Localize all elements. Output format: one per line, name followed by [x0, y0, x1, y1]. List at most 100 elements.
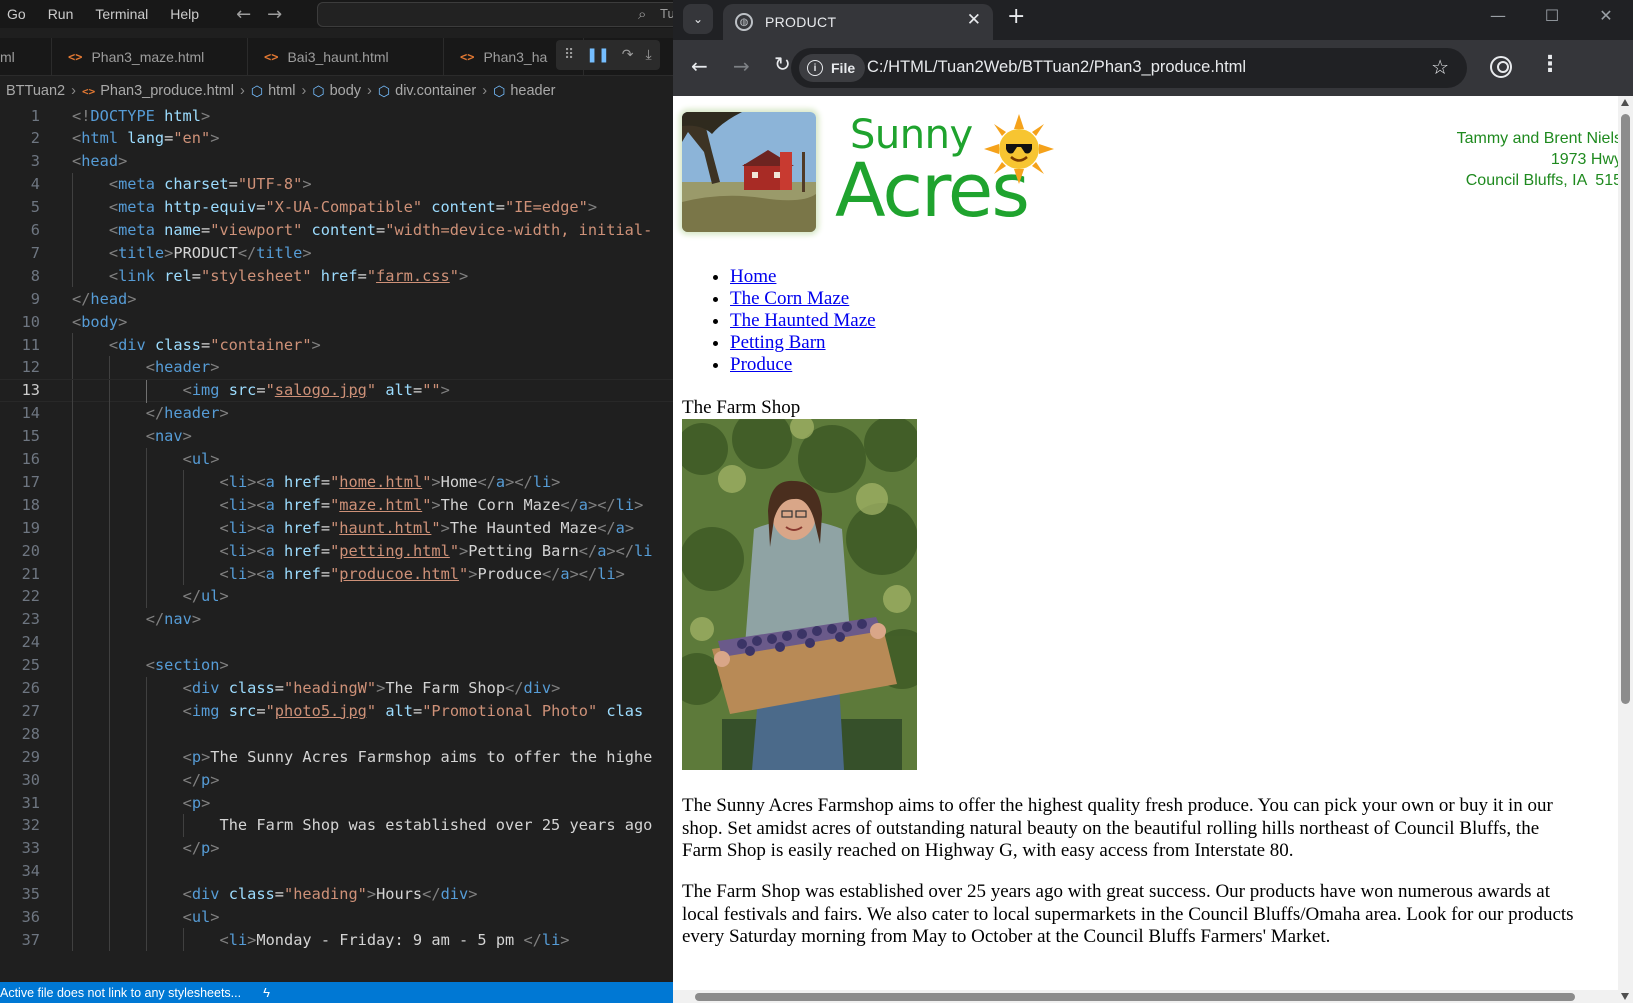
nav-link-corn-maze[interactable]: The Corn Maze — [730, 288, 849, 309]
code-text: <li><a href="maze.html">The Corn Maze</a… — [219, 495, 644, 514]
close-tab-icon[interactable]: ✕ — [967, 10, 981, 30]
code-line[interactable]: 20 <li><a href="petting.html">Petting Bar… — [0, 539, 673, 563]
code-line[interactable]: 35 <div class="heading">Hours</div> — [0, 882, 673, 906]
horizontal-scrollbar[interactable] — [673, 990, 1618, 1003]
code-line[interactable]: 15 <nav> — [0, 424, 673, 448]
code-line[interactable]: 5 <meta http-equiv="X-UA-Compatible" cont… — [0, 195, 673, 219]
code-editor[interactable]: 1 <!DOCTYPE html> 2 <html lang="en"> 3 <head>… — [0, 104, 673, 979]
code-line[interactable]: 19 <li><a href="haunt.html">The Haunted M… — [0, 516, 673, 540]
breadcrumb-file[interactable]: Phan3_produce.html — [100, 83, 234, 99]
plug-icon[interactable]: ϟ — [263, 985, 270, 1000]
step-over-icon[interactable]: ↷ — [622, 47, 634, 63]
code-line[interactable]: 7 <title>PRODUCT</title> — [0, 241, 673, 265]
code-line[interactable]: 11 <div class="container"> — [0, 333, 673, 356]
nav-link-home[interactable]: Home — [730, 266, 776, 287]
code-line[interactable]: 1 <!DOCTYPE html> — [0, 104, 673, 127]
indent-guide — [72, 791, 73, 814]
tab-bai3-haunt[interactable]: <> Bai3_haunt.html — [248, 38, 444, 76]
url-text[interactable]: C:/HTML/Tuan2Web/BTTuan2/Phan3_produce.h… — [867, 58, 1246, 77]
code-line[interactable]: 26 <div class="headingW">The Farm Shop</d… — [0, 676, 673, 700]
tab-phan3-maze[interactable]: <> Phan3_maze.html — [52, 38, 248, 76]
menu-kebab-icon[interactable]: ⋮ — [1539, 52, 1561, 77]
paragraph-history: The Farm Shop was established over 25 ye… — [682, 881, 1574, 947]
code-line[interactable]: 9 </head> — [0, 287, 673, 310]
breadcrumb-header[interactable]: header — [510, 83, 555, 99]
menu-run[interactable]: Run — [37, 6, 85, 22]
code-line[interactable]: 36 <ul> — [0, 905, 673, 929]
code-line[interactable]: 24 — [0, 630, 673, 654]
new-tab-icon[interactable]: + — [1007, 4, 1025, 29]
code-line[interactable]: 4 <meta charset="UTF-8"> — [0, 172, 673, 196]
tab-search-chevron-icon[interactable]: ⌄ — [683, 4, 713, 34]
paragraph-intro: The Sunny Acres Farmshop aims to offer t… — [682, 795, 1553, 861]
address-bar[interactable]: i File C:/HTML/Tuan2Web/BTTuan2/Phan3_pr… — [791, 48, 1467, 88]
code-line[interactable]: 13 <img src="salogo.jpg" alt=""> — [0, 378, 673, 403]
code-line[interactable]: 8 <link rel="stylesheet" href="farm.css"> — [0, 264, 673, 288]
code-line[interactable]: 2 <html lang="en"> — [0, 127, 673, 150]
reload-icon[interactable]: ↻ — [774, 52, 791, 76]
step-into-icon[interactable]: ⤓ — [645, 47, 651, 63]
line-number: 34 — [21, 862, 40, 881]
maximize-icon[interactable]: ☐ — [1525, 0, 1579, 34]
code-line[interactable]: 27 <img src="photo5.jpg" alt="Promotional… — [0, 699, 673, 723]
scroll-thumb[interactable] — [1621, 114, 1630, 704]
code-line[interactable]: 34 — [0, 859, 673, 883]
minimize-icon[interactable]: — — [1471, 0, 1525, 34]
status-message[interactable]: Active file does not link to any stylesh… — [0, 986, 241, 1000]
code-line[interactable]: 14 </header> — [0, 401, 673, 425]
code-line[interactable]: 25 <section> — [0, 653, 673, 677]
nav-link-produce[interactable]: Produce — [730, 354, 792, 375]
code-line[interactable]: 6 <meta name="viewport" content="width=de… — [0, 218, 673, 242]
code-line[interactable]: 18 <li><a href="maze.html">The Corn Maze<… — [0, 493, 673, 517]
chevron-right-icon: › — [240, 83, 245, 99]
code-line[interactable]: 10 <body> — [0, 310, 673, 333]
indent-guide — [72, 172, 73, 196]
site-info-chip[interactable]: i File — [799, 54, 866, 82]
vertical-scrollbar[interactable] — [1618, 96, 1633, 1003]
code-line[interactable]: 37 <li>Monday - Friday: 9 am - 5 pm </li> — [0, 928, 673, 952]
forward-icon[interactable]: → — [733, 54, 750, 78]
breadcrumb-body[interactable]: body — [330, 83, 361, 99]
menu-go[interactable]: Go — [0, 6, 37, 22]
code-line[interactable]: 23 </nav> — [0, 607, 673, 631]
pause-icon[interactable]: ❚❚ — [586, 47, 609, 63]
code-line[interactable]: 32 The Farm Shop was established over 25 … — [0, 813, 673, 837]
code-line[interactable]: 31 <p> — [0, 791, 673, 814]
close-window-icon[interactable]: ✕ — [1579, 0, 1633, 34]
code-line[interactable]: 12 <header> — [0, 355, 673, 379]
nav-link-haunted-maze[interactable]: The Haunted Maze — [730, 310, 876, 331]
profile-icon[interactable] — [1490, 56, 1512, 78]
code-line[interactable]: 33 </p> — [0, 836, 673, 860]
html-file-icon: <> — [264, 50, 279, 64]
browser-tab[interactable]: ◍ PRODUCT ✕ — [723, 4, 993, 40]
code-text: </header> — [145, 404, 229, 423]
bookmark-star-icon[interactable]: ☆ — [1431, 55, 1449, 79]
code-line[interactable]: 30 </p> — [0, 768, 673, 792]
indent-guide — [108, 882, 110, 906]
drag-handle-icon[interactable]: ⠿ — [564, 47, 574, 63]
code-line[interactable]: 16 <ul> — [0, 447, 673, 471]
back-arrow-icon[interactable]: ← — [236, 4, 251, 25]
code-line[interactable]: 3 <head> — [0, 150, 673, 173]
code-text: <body> — [72, 312, 128, 331]
forward-arrow-icon[interactable]: → — [267, 4, 282, 25]
scroll-down-arrow-icon[interactable] — [1621, 993, 1629, 1000]
breadcrumb-div-container[interactable]: div.container — [395, 83, 476, 99]
breadcrumb-folder[interactable]: BTTuan2 — [6, 83, 65, 99]
farm-address: Tammy and Brent Niels 1973 Hwy Council B… — [1456, 130, 1618, 189]
code-line[interactable]: 17 <li><a href="home.html">Home</a></li> — [0, 470, 673, 494]
menu-help[interactable]: Help — [159, 6, 210, 22]
indent-guide — [108, 745, 110, 769]
tab-partial[interactable]: ml — [0, 38, 52, 76]
code-line[interactable]: 22 </ul> — [0, 584, 673, 608]
code-line[interactable]: 29 <p>The Sunny Acres Farmshop aims to of… — [0, 745, 673, 769]
command-center[interactable]: ⌕ Tu — [317, 2, 673, 27]
nav-link-petting-barn[interactable]: Petting Barn — [730, 332, 826, 353]
menu-terminal[interactable]: Terminal — [84, 6, 159, 22]
breadcrumb-html[interactable]: html — [268, 83, 295, 99]
code-line[interactable]: 28 — [0, 722, 673, 746]
scroll-thumb[interactable] — [695, 993, 1575, 1001]
code-line[interactable]: 21 <li><a href="producoe.html">Produce</a… — [0, 562, 673, 585]
back-icon[interactable]: ← — [691, 54, 708, 78]
scroll-up-arrow-icon[interactable] — [1621, 99, 1629, 106]
